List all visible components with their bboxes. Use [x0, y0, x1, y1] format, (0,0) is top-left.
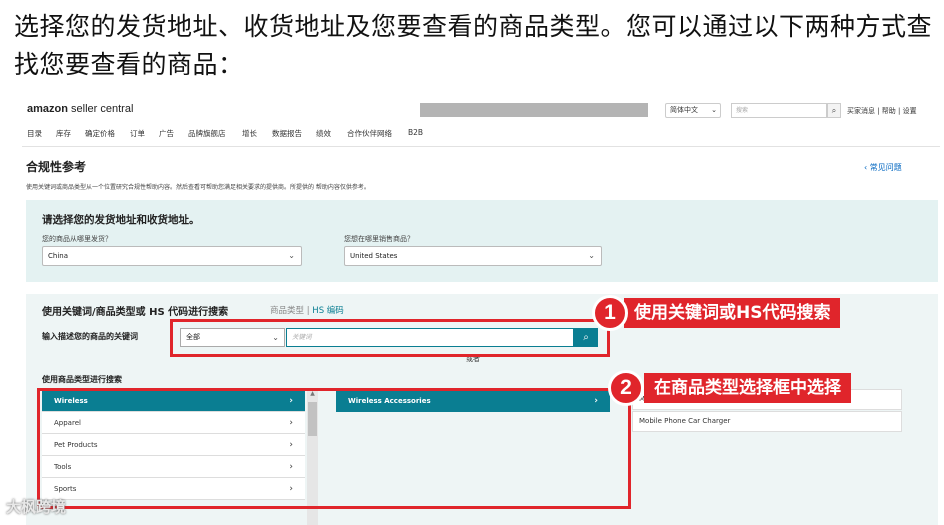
chevron-down-icon: ⌄	[288, 251, 295, 260]
tab-product-type[interactable]: 商品类型	[270, 306, 304, 316]
page-subtitle: 使用关键词或商品类型从一个位置研究合规性帮助内容。然后查看可帮助您满足相关要求的…	[26, 184, 370, 191]
nav-item[interactable]: 绩效	[316, 128, 331, 139]
ship-from-select[interactable]: China ⌄	[42, 246, 302, 266]
nav-item[interactable]: 广告	[159, 128, 174, 139]
nav-divider	[22, 146, 940, 147]
callout-number-1: 1	[592, 295, 628, 331]
nav-item[interactable]: 目录	[27, 128, 42, 139]
leaf-item-car-charger[interactable]: Mobile Phone Car Charger	[632, 411, 902, 432]
redacted-account-info	[420, 103, 648, 117]
keyword-label: 输入描述您的商品的关键词	[42, 332, 138, 341]
page-title: 合规性参考	[26, 160, 87, 174]
callout-number-2: 2	[608, 370, 644, 406]
top-search-input[interactable]: 搜索	[731, 103, 827, 118]
ship-to-select[interactable]: United States ⌄	[344, 246, 602, 266]
main-nav: 目录 库存 确定价格 订单 广告 品牌旗舰店 增长 数据报告 绩效 合作伙伴网络…	[22, 128, 940, 144]
nav-item[interactable]: 订单	[130, 128, 145, 139]
nav-item[interactable]: 增长	[242, 128, 257, 139]
address-panel: 请选择您的发货地址和收货地址。 您的商品从哪里发货？ China ⌄ 您想在哪里销…	[26, 200, 938, 282]
language-select[interactable]: 简体中文 ⌄	[665, 103, 721, 118]
category-search-label: 使用商品类型进行搜索	[42, 375, 122, 384]
nav-item[interactable]: 确定价格	[85, 128, 115, 139]
nav-item[interactable]: 品牌旗舰店	[188, 128, 226, 139]
top-links[interactable]: 买家消息 | 帮助 | 设置	[847, 106, 917, 116]
intro-text: 选择您的发货地址、收货地址及您要查看的商品类型。您可以通过以下两种方式查找您要查…	[14, 12, 933, 79]
nav-item[interactable]: 数据报告	[272, 128, 302, 139]
callout-label-1: 使用关键词或HS代码搜索	[624, 298, 841, 328]
ship-from-label: 您的商品从哪里发货？	[42, 235, 112, 243]
watermark: 大枫跨境	[6, 498, 67, 516]
callout-box-keyword	[170, 319, 610, 357]
callout-box-category	[37, 388, 631, 509]
tab-hs-code[interactable]: HS 编码	[312, 306, 344, 316]
address-panel-title: 请选择您的发货地址和收货地址。	[42, 214, 200, 226]
callout-label-2: 在商品类型选择框中选择	[644, 373, 851, 403]
ship-to-label: 您想在哪里销售商品？	[344, 235, 414, 243]
chevron-down-icon: ⌄	[588, 251, 595, 260]
top-bar: amazon seller central 简体中文 ⌄ 搜索 ⌕ 买家消息 | …	[22, 96, 940, 124]
nav-item[interactable]: 库存	[56, 128, 71, 139]
search-icon[interactable]: ⌕	[827, 103, 841, 118]
amazon-logo[interactable]: amazon seller central	[27, 103, 133, 115]
search-panel-title: 使用关键词/商品类型或 HS 代码进行搜索	[42, 307, 229, 318]
nav-item[interactable]: B2B	[408, 128, 423, 137]
search-mode-tabs: 商品类型 | HS 编码	[270, 304, 344, 316]
nav-item[interactable]: 合作伙伴网络	[347, 128, 392, 139]
chevron-down-icon: ⌄	[711, 106, 717, 114]
faq-link[interactable]: ‹ 常见问题	[864, 162, 902, 173]
